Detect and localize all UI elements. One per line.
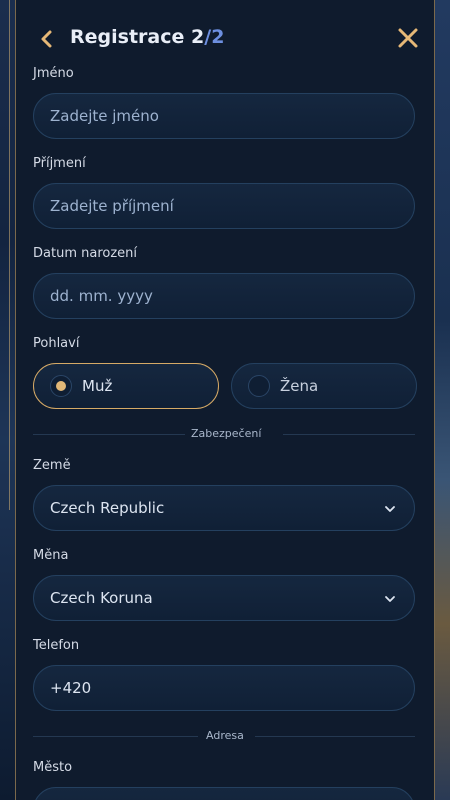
first-name-field[interactable]: Zadejte jméno xyxy=(33,93,415,139)
city-label: Město xyxy=(33,760,73,775)
country-value: Czech Republic xyxy=(50,499,165,517)
chevron-down-icon xyxy=(385,506,395,512)
last-name-label: Příjmení xyxy=(33,156,86,171)
divider-line xyxy=(33,434,185,435)
registration-panel: Registrace 2/2 Jméno Zadejte jméno Příjm… xyxy=(15,0,435,800)
close-icon xyxy=(398,28,418,48)
chevron-left-icon xyxy=(41,30,52,48)
gender-option-male[interactable]: Muž xyxy=(33,363,219,409)
radio-selected-icon xyxy=(50,375,72,397)
last-name-field[interactable]: Zadejte příjmení xyxy=(33,183,415,229)
section-title-address: Adresa xyxy=(206,729,244,742)
step-current: 2 xyxy=(191,26,205,48)
currency-select[interactable]: Czech Koruna xyxy=(33,575,415,621)
birth-date-placeholder: dd. mm. yyyy xyxy=(50,287,153,305)
divider-line xyxy=(33,736,198,737)
back-button[interactable] xyxy=(36,28,58,50)
currency-label: Měna xyxy=(33,548,69,563)
last-name-placeholder: Zadejte příjmení xyxy=(50,197,174,215)
page-title: Registrace 2/2 xyxy=(70,26,224,48)
header: Registrace 2/2 xyxy=(16,0,434,76)
radio-unselected-icon xyxy=(248,375,270,397)
birth-date-field[interactable]: dd. mm. yyyy xyxy=(33,273,415,319)
phone-value: +420 xyxy=(50,679,92,697)
section-title-security: Zabezpečení xyxy=(191,427,262,440)
country-label: Země xyxy=(33,458,71,473)
divider-line xyxy=(283,434,415,435)
phone-label: Telefon xyxy=(33,638,80,653)
first-name-label: Jméno xyxy=(33,66,74,81)
phone-field[interactable]: +420 xyxy=(33,665,415,711)
section-divider-address: Adresa xyxy=(33,729,415,743)
section-divider-security: Zabezpečení xyxy=(33,427,415,441)
title-text: Registrace xyxy=(70,26,185,48)
city-field[interactable] xyxy=(33,787,415,800)
birth-date-label: Datum narození xyxy=(33,246,137,261)
divider-line xyxy=(255,736,415,737)
gender-option-female[interactable]: Žena xyxy=(231,363,417,409)
currency-value: Czech Koruna xyxy=(50,589,153,607)
step-total: 2 xyxy=(211,26,225,48)
first-name-placeholder: Zadejte jméno xyxy=(50,107,159,125)
country-select[interactable]: Czech Republic xyxy=(33,485,415,531)
gender-option-label: Žena xyxy=(280,377,319,395)
chevron-down-icon xyxy=(385,596,395,602)
close-button[interactable] xyxy=(396,26,420,50)
gender-option-label: Muž xyxy=(82,377,113,395)
gender-label: Pohlaví xyxy=(33,336,80,351)
